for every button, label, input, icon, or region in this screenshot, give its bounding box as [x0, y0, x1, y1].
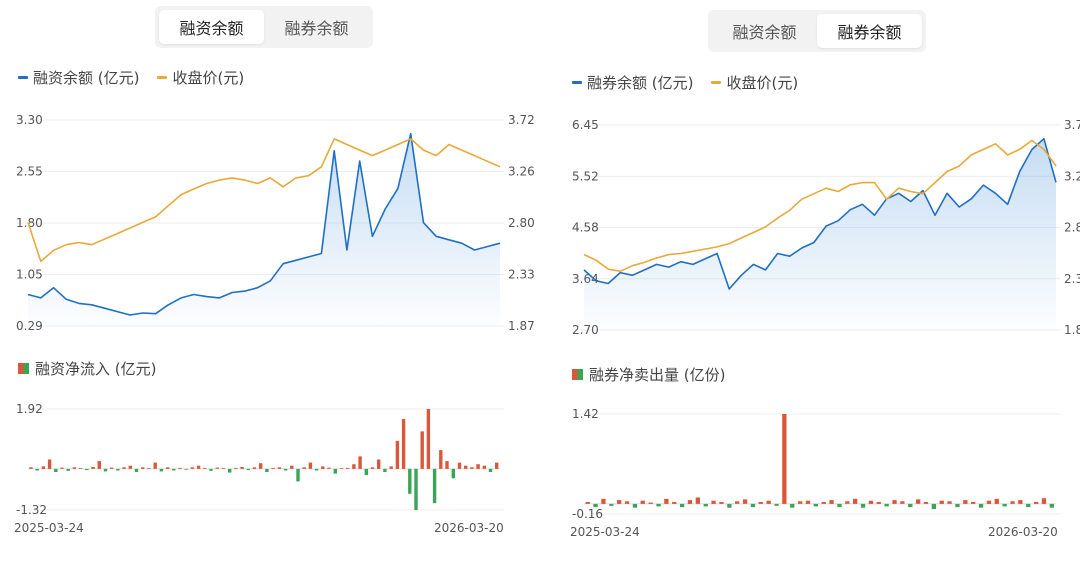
right-net-flow-bar	[1010, 501, 1015, 504]
right-net-flow-bar	[632, 503, 638, 508]
right-bar-tick-label: -0.16	[572, 507, 603, 521]
right-net-flow-bar	[735, 501, 740, 504]
right-net-flow-bar	[727, 503, 732, 508]
right-net-flow-bar	[931, 503, 936, 509]
right-net-flow-bar	[711, 500, 716, 504]
right-net-flow-bar	[1018, 500, 1023, 504]
right-net-flow-bar	[758, 502, 763, 504]
right-net-flow-bar	[1034, 502, 1039, 504]
right-net-flow-bar	[656, 503, 661, 507]
right-net-flow-bar	[719, 502, 724, 504]
right-net-flow-bar	[609, 503, 614, 506]
right-net-flow-bar	[923, 502, 929, 504]
right-net-flow-bar	[955, 503, 960, 508]
right-net-flow-bar	[837, 503, 842, 508]
right-net-flow-bar	[750, 503, 756, 508]
right-net-flow-bar	[790, 503, 795, 508]
right-net-flow-bar	[703, 503, 708, 507]
right-bar-tick-label: 1.42	[572, 407, 599, 421]
right-net-flow-bar	[1049, 503, 1054, 508]
right-net-flow-bar	[971, 502, 976, 504]
right-net-flow-bar	[845, 501, 850, 504]
right-net-flow-bar	[742, 499, 748, 504]
right-net-flow-bar	[916, 499, 921, 504]
right-net-flow-bar	[908, 503, 913, 508]
right-net-flow-bar	[884, 503, 889, 507]
right-net-flow-bar	[593, 503, 598, 508]
right-net-flow-bar	[853, 498, 858, 504]
right-date-start: 2025-03-24	[570, 525, 640, 539]
right-net-flow-bar	[766, 500, 771, 504]
right-net-flow-bar	[1041, 498, 1047, 504]
right-net-flow-bar	[1026, 503, 1031, 508]
right-net-flow-bar	[680, 503, 685, 508]
right-net-flow-bar	[986, 500, 992, 504]
right-net-flow-bar	[947, 501, 952, 504]
right-net-flow-bar	[978, 503, 984, 508]
right-net-flow-bar	[805, 500, 811, 504]
right-net-flow-bar	[617, 500, 622, 504]
right-net-flow-bar	[821, 502, 826, 504]
right-net-flow-bar	[939, 500, 944, 504]
right-net-flow-bar	[876, 502, 881, 504]
right-net-flow-bar	[774, 503, 779, 506]
right-net-flow-bar	[829, 500, 834, 504]
right-net-flow-bar	[860, 503, 866, 508]
right-net-flow-bar	[640, 500, 645, 504]
right-net-flow-bar	[585, 502, 590, 504]
right-net-flow-bar	[900, 501, 905, 504]
right-net-flow-bar	[1002, 503, 1007, 507]
right-net-flow-bar	[813, 503, 818, 507]
right-net-flow-bar	[868, 500, 874, 504]
right-net-flow-bar	[695, 497, 700, 504]
right-net-flow-bar	[963, 500, 968, 504]
right-net-flow-bar	[648, 502, 653, 504]
right-bar-chart[interactable]: 1.42 -0.16	[0, 0, 1080, 577]
right-net-flow-bar	[687, 500, 693, 504]
right-net-flow-bar	[664, 498, 669, 504]
right-net-flow-bar	[994, 498, 999, 504]
right-net-flow-bar	[672, 502, 677, 504]
right-net-flow-bar	[892, 500, 897, 504]
right-net-flow-bar	[782, 414, 787, 504]
right-net-flow-bar	[601, 498, 606, 504]
right-date-end: 2026-03-20	[988, 525, 1058, 539]
right-net-flow-bar	[624, 501, 630, 504]
right-net-flow-bar	[798, 501, 803, 504]
